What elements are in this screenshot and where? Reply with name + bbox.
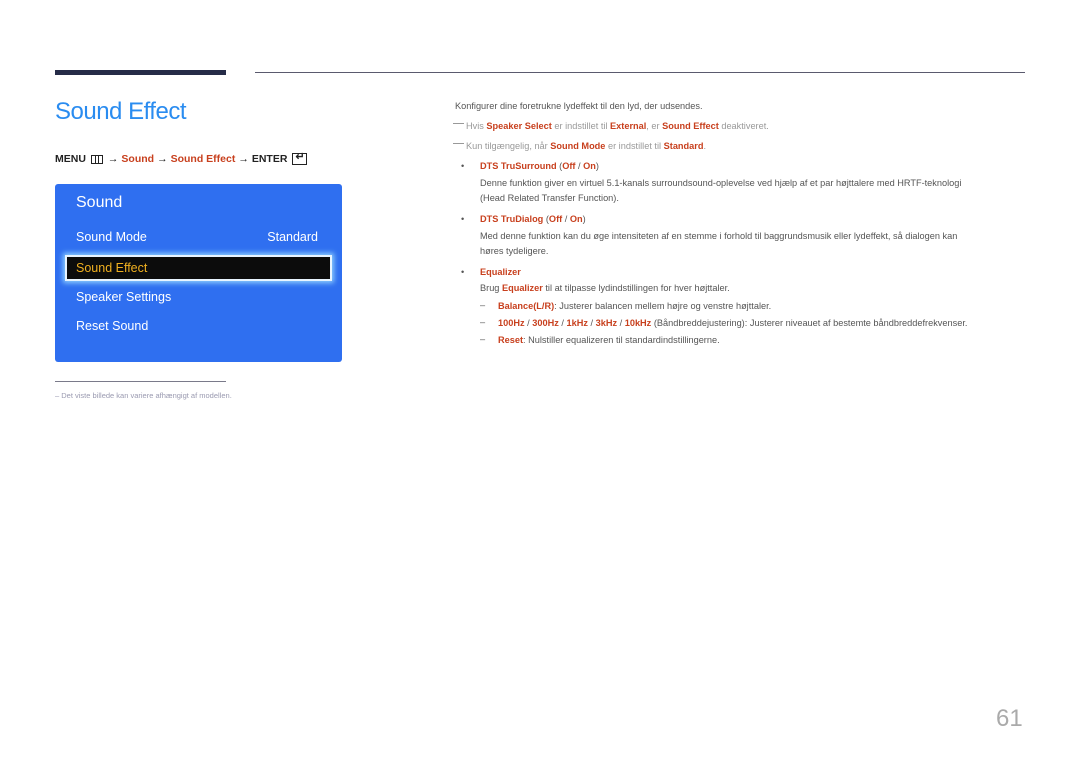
arrow: → <box>107 153 119 165</box>
arrow: → <box>157 153 168 165</box>
arrow: → <box>238 153 249 165</box>
note-dash <box>453 123 464 125</box>
page-number: 61 <box>996 705 1023 732</box>
eq-balance: Balance(L/R): Justerer balancen mellem h… <box>498 301 772 311</box>
note-sound-mode: Kun tilgængelig, når Sound Mode er indst… <box>453 141 706 151</box>
sub-dash: – <box>480 300 486 310</box>
osd-item-sound-effect[interactable]: Sound Effect <box>65 255 332 281</box>
item-trudialog-title: DTS TruDialog (Off / On) <box>480 214 586 224</box>
note-dash <box>453 143 464 145</box>
footnote: – Det viste billede kan variere afhængig… <box>55 391 232 400</box>
note-speaker-select: Hvis Speaker Select er indstillet til Ex… <box>453 121 769 131</box>
osd-item-speaker-settings[interactable]: Speaker Settings <box>76 290 171 304</box>
item-trudialog-desc: Med denne funktion kan du øge intensitet… <box>480 231 958 241</box>
footnote-rule <box>55 381 226 382</box>
item-trusurround-desc-2: (Head Related Transfer Function). <box>480 193 619 203</box>
item-equalizer-title: Equalizer <box>480 267 521 277</box>
menu-step-sound: Sound <box>121 153 155 165</box>
item-trusurround-title: DTS TruSurround (Off / On) <box>480 161 599 171</box>
menu-path: MENU → Sound → Sound Effect → ENTER <box>55 150 308 165</box>
bullet: • <box>461 214 465 224</box>
sound-osd-menu: Sound Sound Mode Standard Sound Effect S… <box>55 184 342 362</box>
page-title: Sound Effect <box>55 98 187 125</box>
sub-dash: – <box>480 317 486 327</box>
menu-step-sound-effect: Sound Effect <box>170 153 236 165</box>
osd-title: Sound <box>76 194 123 211</box>
header-accent-bar <box>55 70 226 75</box>
enter-label: ENTER <box>251 153 288 165</box>
osd-item-sound-mode-value: Standard <box>267 230 318 244</box>
eq-bands: 100Hz / 300Hz / 1kHz / 3kHz / 10kHz (Bån… <box>498 318 968 328</box>
item-trusurround-desc: Denne funktion giver en virtuel 5.1-kana… <box>480 178 962 188</box>
menu-label: MENU <box>55 153 86 165</box>
item-trudialog-desc-2: høres tydeligere. <box>480 246 549 256</box>
bullet: • <box>461 267 465 277</box>
header-rule <box>255 72 1025 73</box>
intro-text: Konfigurer dine foretrukne lydeffekt til… <box>455 101 703 111</box>
menu-icon <box>90 154 103 164</box>
bullet: • <box>461 161 465 171</box>
osd-item-reset-sound[interactable]: Reset Sound <box>76 319 148 333</box>
osd-item-label: Sound Effect <box>76 261 148 275</box>
item-equalizer-desc: Brug Equalizer til at tilpasse lydindsti… <box>480 283 730 293</box>
enter-icon <box>292 150 308 165</box>
osd-item-sound-mode[interactable]: Sound Mode <box>76 230 147 244</box>
sub-dash: – <box>480 334 486 344</box>
eq-reset: Reset: Nulstiller equalizeren til standa… <box>498 335 720 345</box>
